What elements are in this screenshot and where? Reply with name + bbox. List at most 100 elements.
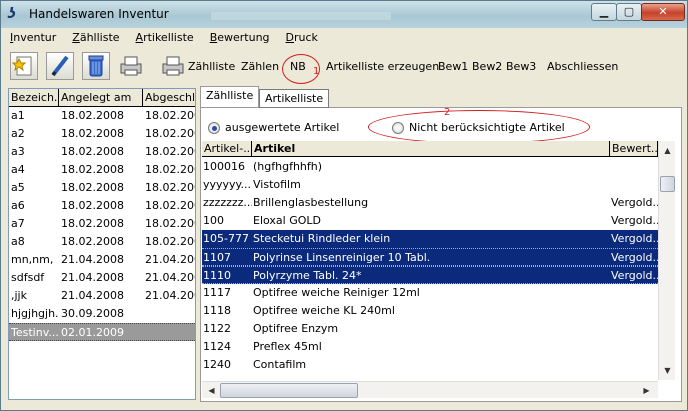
table-cell-nr: 1118 bbox=[203, 304, 231, 317]
list-item[interactable]: ,jjk 21.04.2008 21.04.200 bbox=[9, 287, 196, 305]
list-cell-name: ,jjk bbox=[11, 289, 27, 302]
table-cell-artikel: Brillenglasbestellung bbox=[253, 196, 369, 209]
table-cell-artikel: Vistofilm bbox=[253, 178, 301, 191]
column-header-artikelnr[interactable]: Artikel-... bbox=[202, 141, 252, 156]
menu-inventur[interactable]: Inventur bbox=[6, 30, 64, 46]
list-item[interactable]: a6 18.02.2008 18.02.200 bbox=[9, 197, 196, 215]
abschliessen-button[interactable]: Abschliessen bbox=[547, 60, 618, 73]
table-cell-nr: 1117 bbox=[203, 286, 231, 299]
list-item[interactable]: mn,nm, 21.04.2008 21.04.200 bbox=[9, 251, 196, 269]
list-cell-created: 02.01.2009 bbox=[61, 326, 124, 339]
table-cell-nr: 1107 bbox=[203, 251, 231, 264]
hscroll-thumb[interactable] bbox=[220, 383, 358, 398]
scroll-up-icon[interactable]: ▲ bbox=[660, 143, 675, 158]
close-button[interactable]: ✕ bbox=[641, 3, 685, 21]
delete-icon[interactable] bbox=[82, 52, 110, 80]
list-cell-created: 21.04.2008 bbox=[61, 271, 124, 284]
list-item[interactable]: hjgjhgjh...30.09.2008 bbox=[9, 305, 195, 323]
print-list-icon[interactable] bbox=[160, 52, 188, 80]
scroll-right-icon[interactable]: ▶ bbox=[639, 383, 654, 398]
list-cell-closed: 18.02.200 bbox=[145, 199, 196, 212]
bew3-button[interactable]: Bew3 bbox=[506, 60, 536, 73]
table-row[interactable]: 1122 Optifree Enzym bbox=[202, 320, 658, 338]
bew1-button[interactable]: Bew1 bbox=[438, 60, 468, 73]
menu-bewertung[interactable]: Bewertung bbox=[202, 30, 278, 46]
table-cell-artikel: Contafilm bbox=[253, 358, 307, 371]
list-cell-closed bbox=[143, 305, 195, 323]
table-cell-bewert bbox=[610, 356, 658, 374]
list-cell-closed: 21.04.200 bbox=[145, 253, 196, 266]
scroll-left-icon[interactable]: ◀ bbox=[204, 383, 219, 398]
table-row[interactable]: 1117 Optifree weiche Reiniger 12ml bbox=[202, 284, 658, 302]
scroll-thumb[interactable] bbox=[660, 176, 675, 192]
table-row[interactable]: 1124 Preflex 45ml bbox=[202, 338, 658, 356]
list-cell-name: a1 bbox=[11, 109, 25, 122]
table-row[interactable]: 1110 Polyrzyme Tabl. 24* Vergold... bbox=[202, 266, 658, 284]
scroll-down-icon[interactable]: ▼ bbox=[660, 363, 675, 378]
table-row[interactable]: 1118 Optifree weiche KL 240ml bbox=[202, 302, 658, 320]
table-cell-artikel: Polyrzyme Tabl. 24* bbox=[253, 269, 362, 282]
list-cell-closed: 21.04.200 bbox=[145, 289, 196, 302]
maximize-button[interactable]: ▢ bbox=[616, 3, 642, 21]
list-item[interactable]: a7 18.02.2008 18.02.200 bbox=[9, 215, 195, 233]
list-item[interactable]: Testinv... 02.01.2009 bbox=[9, 323, 195, 341]
table-row[interactable]: 100016 (hgfhgfhhfh) bbox=[202, 158, 658, 176]
list-item[interactable]: a4 18.02.2008 18.02.200 bbox=[9, 161, 195, 179]
column-header-bewertung[interactable]: Bewert... bbox=[610, 141, 658, 156]
list-cell-closed: 18.02.200 bbox=[145, 235, 196, 248]
table-cell-bewert: Vergold... bbox=[611, 269, 658, 282]
table-cell-nr: 1110 bbox=[203, 269, 231, 282]
radio-dot-selected[interactable] bbox=[208, 121, 220, 134]
horizontal-scrollbar[interactable]: ◀ ▶ bbox=[202, 381, 658, 398]
print-icon[interactable] bbox=[118, 52, 146, 80]
table-row[interactable]: 105-777 Stecketui Rindleder klein Vergold.… bbox=[202, 230, 658, 248]
list-cell-name: a6 bbox=[11, 199, 25, 212]
list-cell-name: a4 bbox=[11, 163, 25, 176]
table-cell-bewert: Vergold... bbox=[611, 232, 658, 245]
minimize-button[interactable]: ▁ bbox=[591, 3, 617, 21]
radio-ausgewertete[interactable]: ausgewertete Artikel bbox=[208, 121, 339, 134]
column-header-artikel[interactable]: Artikel bbox=[252, 141, 610, 156]
radio-label-ausgewertete: ausgewertete Artikel bbox=[225, 121, 340, 134]
artikelliste-erzeugen-button[interactable]: Artikelliste erzeugen bbox=[326, 60, 439, 73]
tab-zaehlliste[interactable]: Zählliste bbox=[200, 86, 260, 108]
zaehlliste-button[interactable]: Zählliste bbox=[188, 60, 235, 73]
tab-artikelliste[interactable]: Artikelliste bbox=[259, 89, 330, 108]
vertical-scrollbar[interactable]: ▲ ▼ bbox=[658, 141, 675, 380]
table-row[interactable]: zzzzzzz... Brillenglasbestellung Vergold..… bbox=[202, 194, 658, 212]
list-item[interactable]: a2 18.02.2008 18.02.200 bbox=[9, 125, 195, 143]
inventory-list[interactable]: Bezeich... Angelegt am Abgeschlo a1 18.02… bbox=[8, 88, 196, 400]
new-icon[interactable] bbox=[10, 52, 38, 80]
table-cell-artikel: Preflex 45ml bbox=[253, 340, 322, 353]
table-cell-artikel: Eloxal GOLD bbox=[253, 214, 321, 227]
article-grid[interactable]: Artikel-... Artikel Bewert... 100016 (hgf… bbox=[202, 141, 658, 381]
zaehlen-button[interactable]: Zählen bbox=[241, 60, 279, 73]
toolbar: Zählliste Zählen NB Artikelliste erzeuge… bbox=[8, 50, 684, 84]
menu-zaehlliste[interactable]: Zählliste bbox=[64, 30, 127, 46]
list-item[interactable]: a5 18.02.2008 18.02.200 bbox=[9, 179, 196, 197]
table-row[interactable]: 1240 Contafilm bbox=[202, 356, 658, 374]
list-item[interactable]: sdfsdf 21.04.2008 21.04.200 bbox=[9, 269, 195, 287]
table-cell-bewert: Vergold... bbox=[611, 251, 658, 264]
menu-artikelliste[interactable]: Artikelliste bbox=[128, 30, 202, 46]
list-cell-name: a5 bbox=[11, 181, 25, 194]
list-item[interactable]: a1 18.02.2008 18.02.200 bbox=[9, 107, 195, 125]
list-item[interactable]: a8 18.02.2008 18.02.200 bbox=[9, 233, 196, 251]
table-cell-nr: 100 bbox=[203, 214, 224, 227]
menu-druck[interactable]: Druck bbox=[278, 30, 326, 46]
list-cell-created: 18.02.2008 bbox=[61, 235, 124, 248]
edit-icon[interactable] bbox=[46, 52, 74, 80]
column-header-abgeschlossen[interactable]: Abgeschlo bbox=[143, 89, 195, 106]
table-row[interactable]: yyyyyy... Vistofilm bbox=[202, 176, 658, 194]
column-header-angelegt[interactable]: Angelegt am bbox=[59, 89, 143, 106]
column-header-bezeichnung[interactable]: Bezeich... bbox=[9, 89, 59, 106]
bew2-button[interactable]: Bew2 bbox=[472, 60, 502, 73]
table-row[interactable]: 1107 Polyrinse Linsenreiniger 10 Tabl. Ver… bbox=[202, 248, 658, 266]
table-cell-bewert bbox=[610, 338, 658, 356]
table-row[interactable]: 100 Eloxal GOLD Vergold... bbox=[202, 212, 658, 230]
table-cell-bewert: Vergold... bbox=[611, 196, 658, 209]
list-cell-created: 18.02.2008 bbox=[61, 109, 124, 122]
list-cell-created: 18.02.2008 bbox=[61, 217, 124, 230]
list-item[interactable]: a3 18.02.2008 18.02.200 bbox=[9, 143, 195, 161]
list-cell-closed: 18.02.200 bbox=[145, 181, 196, 194]
